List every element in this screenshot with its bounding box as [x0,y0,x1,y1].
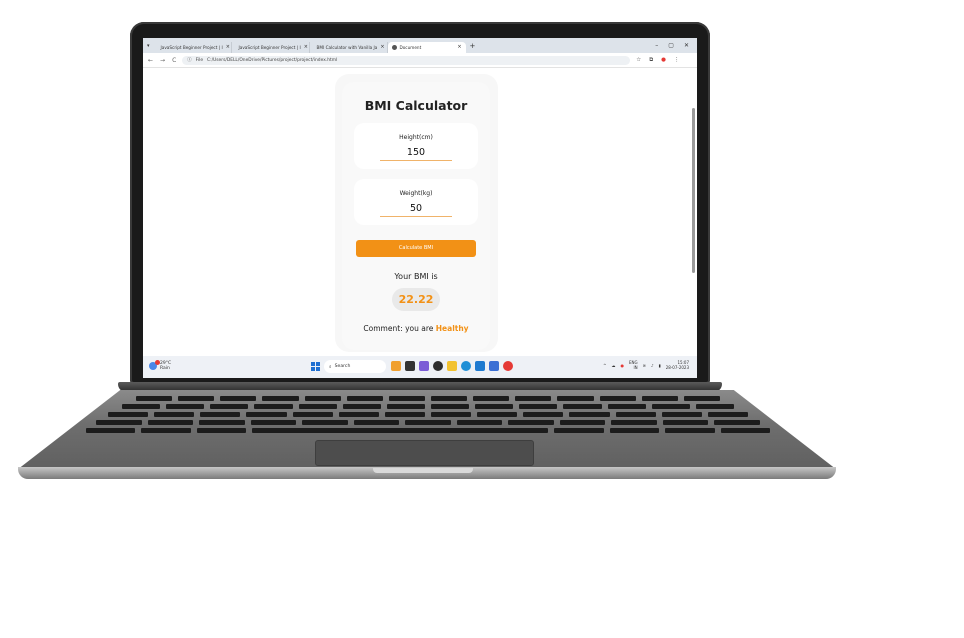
close-icon[interactable]: × [304,44,308,50]
tab-document[interactable]: Document × [387,41,466,53]
vscode-icon[interactable] [475,361,485,371]
bmi-card: BMI Calculator Height(cm) 150 Weight(kg)… [342,82,490,350]
weight-input[interactable]: 50 [380,203,452,217]
minimize-icon[interactable]: – [655,42,658,49]
weather-widget[interactable]: 29°C Rain [149,360,171,371]
weather-icon [149,360,160,370]
app-icon[interactable] [433,361,443,371]
comment-state: Healthy [435,324,469,333]
url-scheme: File [195,57,204,63]
tab-label: JavaScript Beginner Project | I [160,44,223,50]
address-bar-row: ← → C ⓘ File C:/Users/DELL/OneDrive/Pict… [143,53,697,68]
app-tray-icon[interactable]: ● [621,363,625,368]
bookmark-star-icon[interactable]: ☆ [636,57,641,64]
copilot-icon[interactable] [419,361,429,371]
chrome-icon[interactable] [503,361,513,371]
tab-search-icon[interactable]: ▾ [143,43,154,49]
bmi-value: 22.22 [392,288,440,311]
profile-avatar-icon[interactable]: ● [661,57,666,64]
weight-label: Weight(kg) [399,190,433,197]
screen: ▾ JavaScript Beginner Project | I × Java… [143,38,697,378]
region-code: IN [633,365,638,370]
nav-buttons: ← → C [143,57,176,64]
height-input[interactable]: 150 [380,147,452,161]
weather-desc: Rain [160,366,170,371]
system-tray: ^ ☁ ● ENG IN ≋ ♪ ▮ 15:07 28-07-2023 [603,360,689,370]
date: 28-07-2023 [665,365,689,370]
trackpad [315,440,534,466]
app-icon[interactable] [489,361,499,371]
info-icon: ⓘ [187,58,192,63]
app-title: BMI Calculator [364,98,468,113]
height-field-box: Height(cm) 150 [354,123,478,169]
weight-field-box: Weight(kg) 50 [354,179,478,225]
search-label: Search [334,364,351,369]
app-icon[interactable] [391,361,401,371]
page-scrollbar[interactable] [692,108,695,273]
bmi-result-label: Your BMI is [394,272,438,281]
search-icon: ⌕ [329,364,332,370]
close-icon[interactable]: × [226,44,230,50]
taskbar-search[interactable]: ⌕ Search [324,360,386,373]
tab-label: Document [399,44,422,50]
edge-icon[interactable] [461,361,471,371]
window-controls: – ▢ ✕ [655,42,697,49]
windows-start-icon[interactable] [311,362,320,371]
task-view-icon[interactable] [405,361,415,371]
close-window-icon[interactable]: ✕ [684,42,689,49]
battery-icon[interactable]: ▮ [659,363,661,368]
toolbar-icons: ☆ ⧉ ● ⋮ [636,57,679,64]
tab-1[interactable]: JavaScript Beginner Project | I × [154,41,232,53]
pinned-apps [391,361,513,371]
close-icon[interactable]: × [457,44,461,50]
chevron-up-icon[interactable]: ^ [603,363,606,368]
extensions-icon[interactable]: ⧉ [649,57,653,64]
tab-2[interactable]: JavaScript Beginner Project | I × [232,41,310,53]
forward-arrow-icon[interactable]: → [160,57,165,64]
browser-tab-bar: ▾ JavaScript Beginner Project | I × Java… [143,38,697,53]
language-indicator[interactable]: ENG IN [629,360,638,370]
reload-icon[interactable]: C [172,57,176,64]
new-tab-button[interactable]: + [466,42,480,50]
tab-label: JavaScript Beginner Project | I [238,44,301,50]
tab-label: BMI Calculator with Vanilla Ja [316,44,378,50]
tab-3[interactable]: BMI Calculator with Vanilla Ja × [310,41,388,53]
menu-kebab-icon[interactable]: ⋮ [674,57,680,64]
cloud-icon[interactable]: ☁ [612,363,616,368]
back-arrow-icon[interactable]: ← [148,57,153,64]
comment-text: Comment: you are Healthy [342,324,490,333]
close-icon[interactable]: × [380,44,384,50]
calculate-bmi-button[interactable]: Calculate BMI [356,240,476,257]
globe-icon [391,44,397,50]
url-text: C:/Users/DELL/OneDrive/Pictures/project/… [207,57,338,63]
taskbar: 29°C Rain ⌕ Search ^ ☁ ● ENG IN ≋ ♪ ▮ 15… [143,356,697,378]
laptop-notch [373,468,473,473]
page-viewport: BMI Calculator Height(cm) 150 Weight(kg)… [143,68,697,356]
comment-prefix: Comment: you are [363,324,434,333]
wifi-icon[interactable]: ≋ [643,363,646,368]
maximize-icon[interactable]: ▢ [668,42,674,49]
clock[interactable]: 15:07 28-07-2023 [666,360,689,370]
url-field[interactable]: ⓘ File C:/Users/DELL/OneDrive/Pictures/p… [182,55,631,65]
volume-icon[interactable]: ♪ [651,363,654,368]
height-label: Height(cm) [399,134,433,141]
keyboard [78,396,772,436]
file-explorer-icon[interactable] [447,361,457,371]
